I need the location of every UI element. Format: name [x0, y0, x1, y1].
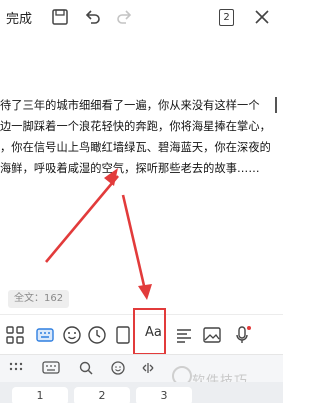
keyboard-keys: 1 2 3 [0, 382, 283, 405]
image-icon[interactable] [200, 323, 224, 347]
clock-icon[interactable] [85, 323, 109, 347]
key-3[interactable]: 3 [136, 387, 192, 405]
align-icon[interactable] [172, 323, 196, 347]
key-2[interactable]: 2 [74, 387, 130, 405]
emoji-icon[interactable] [60, 323, 84, 347]
keyboard-icon[interactable] [33, 323, 57, 347]
keyboard-switch-icon[interactable] [42, 360, 60, 376]
font-button[interactable]: Aa [145, 325, 162, 340]
apps-icon[interactable] [9, 361, 23, 375]
page-icon[interactable] [111, 323, 135, 347]
key-1[interactable]: 1 [12, 387, 68, 405]
grid-icon[interactable] [3, 323, 27, 347]
emoji-icon[interactable] [110, 360, 126, 376]
cursor-icon[interactable] [140, 360, 156, 376]
mic-icon[interactable] [230, 323, 254, 347]
search-icon[interactable] [78, 360, 94, 376]
